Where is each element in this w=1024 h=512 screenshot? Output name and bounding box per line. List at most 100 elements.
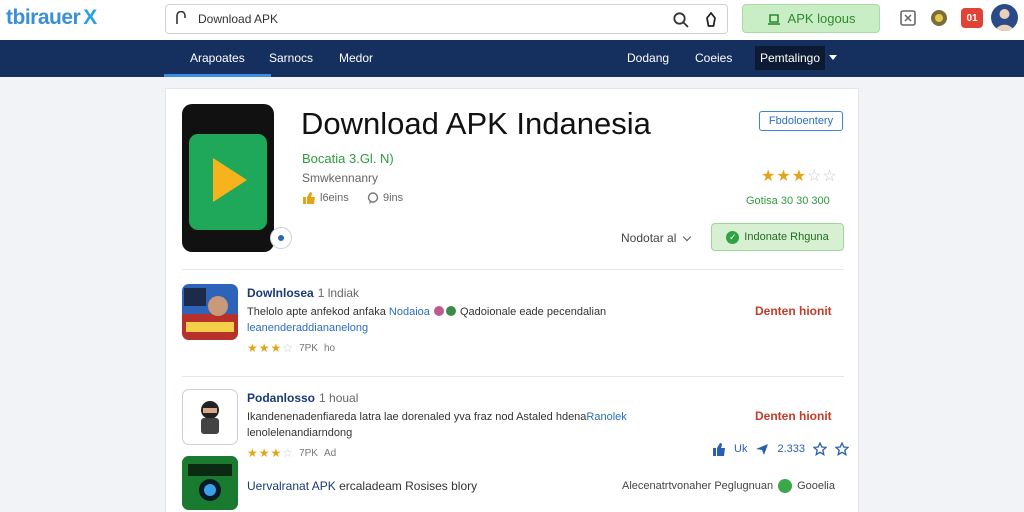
desc-highlight[interactable]: Ranolek bbox=[586, 411, 626, 423]
item-description: Thelolo apte anfekod anfaka Nodaioa Qado… bbox=[247, 304, 717, 336]
apk-button[interactable]: APK logous bbox=[742, 4, 880, 33]
likes-count: l6eins bbox=[320, 192, 349, 204]
item-description: Uervalranat APK ercaladeam Rosises blory bbox=[247, 479, 477, 493]
install-label: Indonate Rhguna bbox=[744, 231, 829, 243]
item-rating-stars: ★ ★ ★ ☆ bbox=[247, 342, 293, 354]
thumbs-up-icon[interactable] bbox=[712, 442, 726, 456]
like-label[interactable]: Uk bbox=[734, 443, 747, 455]
social-actions: Uk 2.333 bbox=[712, 442, 849, 456]
extension-icon[interactable] bbox=[898, 8, 918, 28]
desc-highlight[interactable]: Nodaioa bbox=[389, 306, 430, 318]
nav-dropdown[interactable]: Pemtalingo bbox=[755, 46, 825, 70]
chevron-down-icon bbox=[683, 232, 692, 241]
search-bar[interactable] bbox=[165, 4, 728, 34]
item-downloads: ho bbox=[323, 342, 336, 354]
verified-icon bbox=[778, 479, 793, 493]
likes-meta: l6eins bbox=[302, 192, 349, 204]
emoji-icons bbox=[433, 306, 456, 316]
list-item[interactable]: Dowlnlosea 1 lndiak Thelolo apte anfekod … bbox=[182, 284, 844, 354]
list-item[interactable]: Uervalranat APK ercaladeam Rosises blory… bbox=[182, 456, 844, 512]
star-filled-icon: ★ bbox=[270, 341, 282, 355]
desc-text: Qadoionale eade pecendalian bbox=[460, 306, 607, 318]
sort-dropdown[interactable]: Nodotar al bbox=[621, 231, 692, 245]
item-download-button[interactable]: Denten hionit bbox=[755, 304, 832, 318]
avatar-image bbox=[995, 9, 1014, 31]
bookmark-icon[interactable] bbox=[702, 11, 720, 29]
star-empty-icon: ☆ bbox=[822, 168, 837, 185]
star-outline-icon[interactable] bbox=[812, 442, 827, 456]
nav-item-1[interactable]: Sarnocs bbox=[269, 40, 313, 77]
logo-text: tbirauer bbox=[6, 6, 81, 29]
comments-count: 9ins bbox=[383, 192, 404, 204]
notification-badge[interactable]: 01 bbox=[961, 8, 983, 28]
nav-item-right-1[interactable]: Coeies bbox=[695, 40, 732, 77]
nav-item-right-0[interactable]: Dodang bbox=[627, 40, 669, 77]
share-icon[interactable] bbox=[755, 442, 769, 456]
chevron-down-icon[interactable] bbox=[829, 55, 837, 60]
settings-icon[interactable] bbox=[929, 8, 949, 28]
share-count: 2.333 bbox=[777, 443, 805, 455]
site-logo[interactable]: tbirauer X bbox=[6, 6, 97, 30]
item-meta-text: Alecenatrtvonaher Peglugnuan bbox=[622, 480, 774, 492]
item-name-sub: 1 houal bbox=[319, 391, 359, 405]
top-bar: tbirauerX APK logous 01 bbox=[0, 0, 1024, 40]
star-empty-icon: ☆ bbox=[807, 168, 822, 185]
item-meta-tag[interactable]: Gooelia bbox=[797, 480, 835, 492]
rating-text: Gotisa 30 30 300 bbox=[746, 195, 830, 207]
comment-icon bbox=[367, 192, 379, 204]
item-size: 7PK bbox=[299, 342, 318, 354]
desc-text: ercaladeam Rosises blory bbox=[339, 479, 478, 493]
star-filled-icon: ★ bbox=[247, 341, 258, 355]
lock-icon bbox=[176, 11, 186, 24]
comments-meta: 9ins bbox=[367, 192, 403, 204]
star-filled-icon: ★ bbox=[761, 168, 776, 185]
star-outline-icon[interactable] bbox=[834, 442, 849, 456]
desc-text: Thelolo apte anfekod anfaka bbox=[247, 306, 386, 318]
app-card: Download APK Indanesia Bocatia 3.Gl. N) … bbox=[165, 88, 859, 512]
app-icon-screen bbox=[189, 134, 267, 230]
star-filled-icon: ★ bbox=[776, 168, 791, 185]
play-icon bbox=[213, 158, 247, 202]
item-name-text: Dowlnlosea bbox=[247, 286, 314, 300]
install-button[interactable]: ✓ Indonate Rhguna bbox=[711, 223, 844, 251]
thumbs-up-icon bbox=[303, 192, 315, 204]
item-name-sub: 1 lndiak bbox=[317, 286, 360, 300]
item-name-text[interactable]: Uervalranat APK bbox=[247, 479, 336, 493]
app-icon-phone bbox=[182, 104, 274, 252]
star-filled-icon: ★ bbox=[791, 168, 807, 185]
sort-label: Nodotar al bbox=[621, 231, 677, 245]
app-version: Bocatia 3.Gl. N) bbox=[302, 151, 394, 166]
divider bbox=[182, 269, 844, 270]
download-icon bbox=[767, 13, 780, 25]
desc-text: lenolelenandiarndong bbox=[247, 427, 353, 439]
logo-mark: X bbox=[83, 6, 97, 29]
user-avatar[interactable] bbox=[991, 4, 1018, 31]
divider bbox=[182, 376, 844, 377]
desc-text: Ikandenenadenfiareda latra lae dorenaled… bbox=[247, 411, 587, 423]
desc-link[interactable]: leanenderaddiananelong bbox=[247, 322, 368, 334]
check-icon: ✓ bbox=[726, 230, 740, 244]
item-info-row: ★ ★ ★ ☆ 7PK ho bbox=[247, 342, 335, 354]
app-title: Download APK Indanesia bbox=[301, 106, 651, 141]
nav-item-2[interactable]: Medor bbox=[339, 40, 373, 77]
gallery-dot-icon[interactable] bbox=[270, 227, 292, 249]
rating-stars: ★ ★ ★ ☆ ☆ bbox=[761, 169, 837, 185]
item-name[interactable]: Podanlosso 1 houal bbox=[247, 391, 358, 405]
star-filled-icon: ★ bbox=[258, 341, 270, 355]
search-input[interactable] bbox=[198, 9, 658, 29]
list-item[interactable]: Podanlosso 1 houal Ikandenenadenfiareda l… bbox=[182, 389, 849, 459]
item-name[interactable]: Dowlnlosea 1 lndiak bbox=[247, 286, 359, 300]
item-thumbnail bbox=[182, 456, 238, 510]
nav-item-0[interactable]: Arapoates bbox=[164, 40, 271, 77]
item-description: Ikandenenadenfiareda latra lae dorenaled… bbox=[247, 409, 717, 441]
app-developer[interactable]: Smwkennanry bbox=[302, 171, 378, 185]
apk-button-label: APK logous bbox=[787, 11, 856, 26]
item-name-text: Podanlosso bbox=[247, 391, 316, 405]
search-icon[interactable] bbox=[672, 11, 690, 29]
main-nav: Arapoates Sarnocs Medor Dodang Coeies Pe… bbox=[0, 40, 1024, 77]
item-download-button[interactable]: Denten hionit bbox=[755, 409, 832, 423]
item-thumbnail bbox=[182, 284, 238, 340]
tag-button[interactable]: Fbdoloentery bbox=[759, 111, 843, 131]
item-thumbnail bbox=[182, 389, 238, 445]
star-empty-icon: ☆ bbox=[282, 341, 294, 355]
